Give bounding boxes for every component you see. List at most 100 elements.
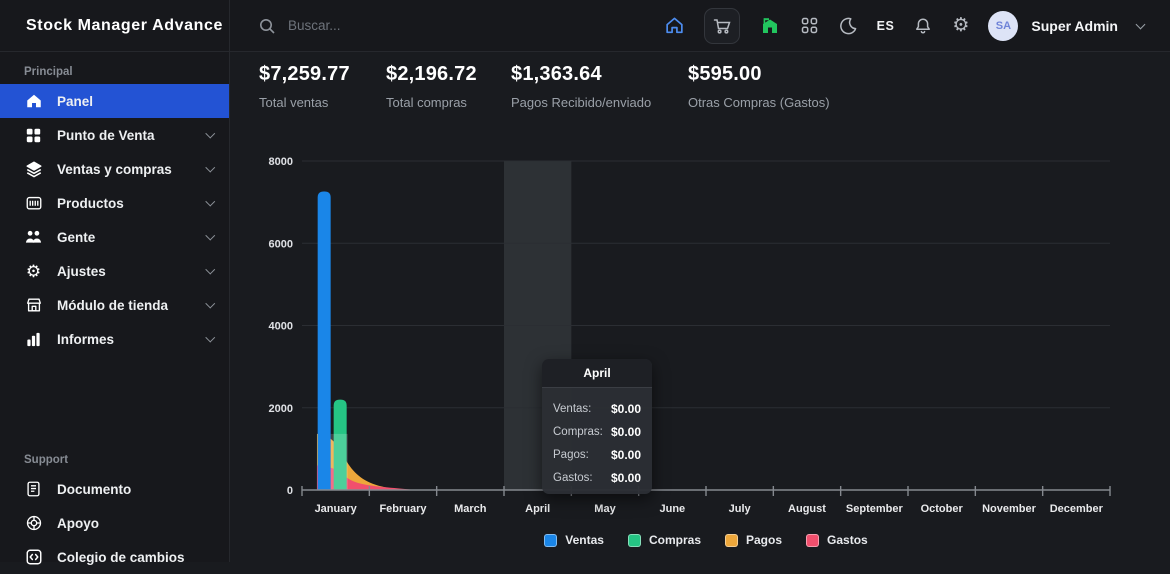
stat-label: Total compras (386, 95, 477, 110)
sidebar-item-apoyo[interactable]: Apoyo (0, 506, 229, 540)
gear-icon[interactable]: ⚙ (952, 16, 969, 35)
topbar: Stock Manager Advance (0, 0, 1170, 52)
sidebar-item-label: Documento (57, 482, 213, 497)
legend-label: Gastos (827, 533, 868, 547)
app-title: Stock Manager Advance (26, 17, 223, 35)
section-label: Support (0, 440, 229, 472)
chevron-down-icon (205, 129, 214, 138)
legend-swatch (725, 534, 738, 547)
x-axis-label: May (594, 503, 616, 515)
x-axis-label: December (1050, 503, 1104, 515)
sidebar-item-label: Ajustes (57, 264, 193, 279)
sales-purchases-chart[interactable]: 02000400060008000JanuaryFebruaryMarchApr… (231, 140, 1170, 562)
stat-value: $1,363.64 (511, 63, 651, 86)
cart-icon[interactable] (704, 8, 740, 44)
chevron-down-icon (205, 333, 214, 342)
barcode-icon (24, 194, 43, 212)
moon-icon[interactable] (838, 16, 858, 36)
tooltip-title: April (542, 359, 652, 388)
sidebar-item-gente[interactable]: Gente (0, 220, 229, 254)
area-overlay (331, 434, 348, 490)
sidebar-item-ajustes[interactable]: ⚙ Ajustes (0, 254, 229, 288)
sidebar-item-label: Colegio de cambios (57, 550, 213, 565)
sidebar-item-colegio-de-cambios[interactable]: Colegio de cambios (0, 540, 229, 574)
sidebar-item-label: Módulo de tienda (57, 298, 193, 313)
sidebar-item-label: Informes (57, 332, 193, 347)
x-axis-label: July (729, 503, 752, 515)
sidebar-item-informes[interactable]: Informes (0, 322, 229, 356)
x-axis-label: February (379, 503, 427, 515)
sidebar-item-documento[interactable]: Documento (0, 472, 229, 506)
sidebar-item-ventas-y-compras[interactable]: Ventas y compras (0, 152, 229, 186)
x-axis-label: June (659, 503, 685, 515)
chevron-down-icon[interactable] (1136, 19, 1146, 29)
stat-card: $7,259.77 Total ventas (259, 63, 350, 110)
legend-label: Pagos (746, 533, 782, 547)
x-axis-label: April (525, 503, 550, 515)
chevron-down-icon (205, 299, 214, 308)
x-axis-label: March (454, 503, 487, 515)
app-logo-area[interactable]: Stock Manager Advance (0, 0, 230, 52)
stat-value: $7,259.77 (259, 63, 350, 86)
y-axis-label: 4000 (269, 321, 293, 333)
x-axis-label: November (982, 503, 1037, 515)
sidebar-item-panel[interactable]: Panel (0, 84, 229, 118)
legend-label: Compras (649, 533, 701, 547)
avatar[interactable]: SA (988, 11, 1018, 41)
y-axis-label: 6000 (269, 238, 293, 250)
grid-icon (24, 127, 43, 144)
search-icon (258, 17, 276, 35)
exchange-icon (24, 548, 43, 566)
search-input[interactable] (288, 18, 528, 33)
sidebar-item-label: Panel (57, 94, 213, 109)
user-name[interactable]: Super Admin (1031, 18, 1118, 34)
tooltip-row: Gastos:$0.00 (553, 462, 641, 485)
language-selector[interactable]: ES (877, 19, 895, 33)
chevron-down-icon (205, 197, 214, 206)
chart-tooltip: April Ventas:$0.00Compras:$0.00Pagos:$0.… (542, 359, 652, 494)
people-icon (24, 228, 43, 246)
y-axis-label: 0 (287, 485, 293, 497)
grid-icon[interactable] (800, 16, 819, 35)
stat-value: $595.00 (688, 63, 830, 86)
chevron-down-icon (205, 231, 214, 240)
sidebar: PrincipalPanelPunto de VentaVentas y com… (0, 52, 230, 562)
y-axis-label: 2000 (269, 403, 293, 415)
tooltip-row: Ventas:$0.00 (553, 393, 641, 416)
stat-label: Pagos Recibido/enviado (511, 95, 651, 110)
y-axis-label: 8000 (269, 156, 293, 168)
sidebar-item-productos[interactable]: Productos (0, 186, 229, 220)
store-icon[interactable] (759, 15, 781, 37)
home-icon[interactable] (664, 15, 685, 36)
stat-value: $2,196.72 (386, 63, 477, 86)
legend-label: Ventas (565, 533, 604, 547)
chart-canvas[interactable]: 02000400060008000JanuaryFebruaryMarchApr… (231, 140, 1170, 525)
sidebar-item-m-dulo-de-tienda[interactable]: Módulo de tienda (0, 288, 229, 322)
legend-swatch (806, 534, 819, 547)
bell-icon[interactable] (913, 16, 933, 36)
x-axis-label: October (921, 503, 964, 515)
x-axis-label: August (788, 503, 826, 515)
search-bar[interactable] (258, 17, 528, 35)
x-axis-label: September (846, 503, 904, 515)
tooltip-row: Compras:$0.00 (553, 416, 641, 439)
tooltip-body: Ventas:$0.00Compras:$0.00Pagos:$0.00Gast… (542, 388, 652, 494)
bar-ventas-january[interactable] (318, 191, 331, 490)
legend-item-pagos[interactable]: Pagos (725, 533, 782, 547)
tooltip-row: Pagos:$0.00 (553, 439, 641, 462)
legend-item-gastos[interactable]: Gastos (806, 533, 868, 547)
stat-label: Total ventas (259, 95, 350, 110)
stat-card: $1,363.64 Pagos Recibido/enviado (511, 63, 651, 110)
chevron-down-icon (205, 265, 214, 274)
sidebar-item-punto-de-venta[interactable]: Punto de Venta (0, 118, 229, 152)
chart-legend: Ventas Compras Pagos Gastos (302, 533, 1110, 547)
stat-label: Otras Compras (Gastos) (688, 95, 830, 110)
document-icon (24, 480, 43, 498)
legend-item-ventas[interactable]: Ventas (544, 533, 604, 547)
sidebar-item-label: Punto de Venta (57, 128, 193, 143)
legend-swatch (628, 534, 641, 547)
gear-icon: ⚙ (24, 263, 43, 280)
chevron-down-icon (205, 163, 214, 172)
legend-item-compras[interactable]: Compras (628, 533, 701, 547)
sidebar-item-label: Ventas y compras (57, 162, 193, 177)
